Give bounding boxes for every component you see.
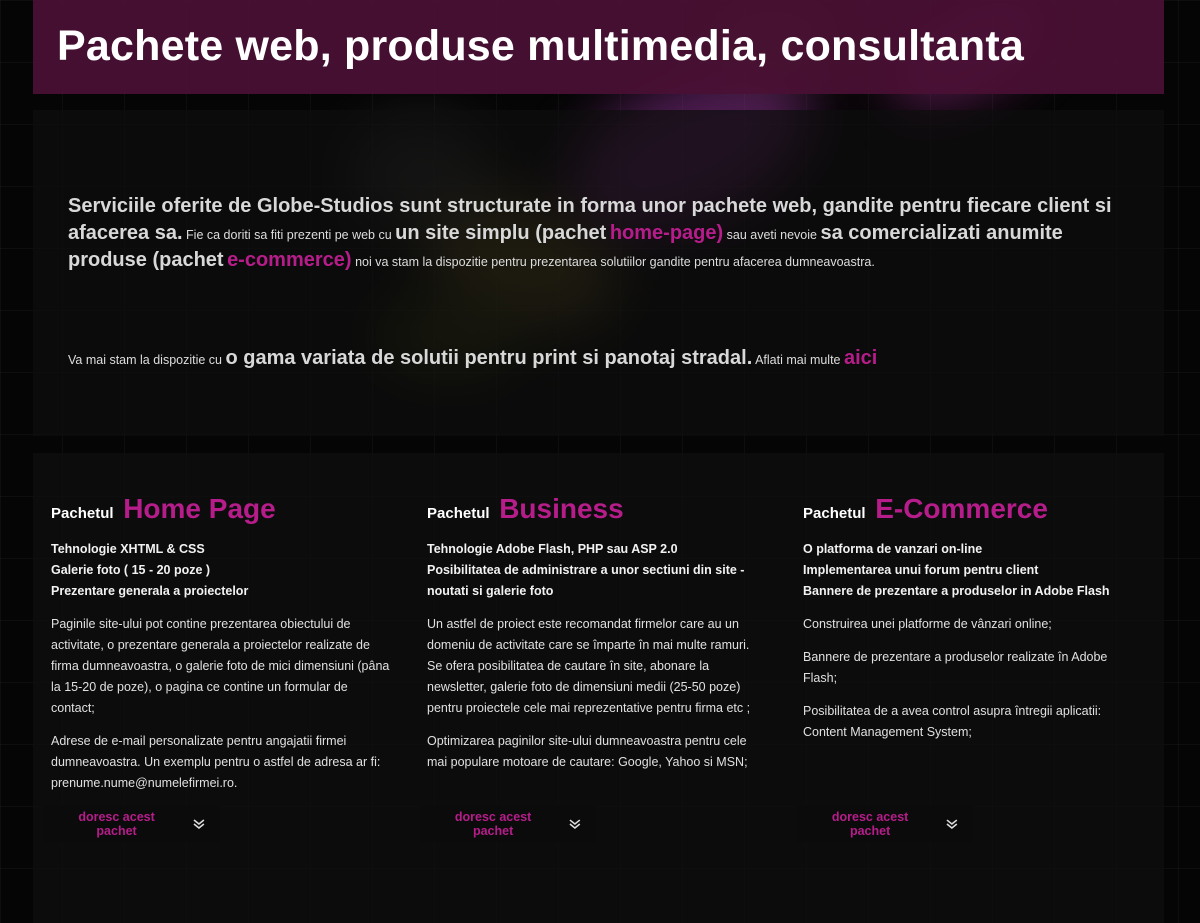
page-title: Pachete web, produse multimedia, consult… [57, 22, 1024, 70]
package-name: Business [499, 493, 624, 524]
intro-text: noi va stam la dispozitie pentru prezent… [355, 255, 875, 269]
feature-item: Implementarea unui forum pentru client [803, 563, 1039, 577]
package-heading: Pachetul E-Commerce [803, 493, 1143, 529]
intro-text: Fie ca doriti sa fiti prezenti pe web cu [186, 228, 392, 242]
package-prefix: Pachetul [803, 505, 866, 522]
package-description: Adrese de e-mail personalizate pentru an… [51, 734, 381, 790]
chevron-down-icon [193, 818, 205, 829]
package-e-commerce: Pachetul E-Commerce O platforma de vanza… [803, 493, 1143, 743]
package-prefix: Pachetul [51, 505, 114, 522]
feature-list: Tehnologie XHTML & CSS Galerie foto ( 15… [51, 539, 391, 602]
intro-text: Va mai stam la dispozitie cu [68, 353, 222, 367]
e-commerce-link[interactable]: e-commerce) [227, 249, 352, 271]
feature-item: Tehnologie Adobe Flash, PHP sau ASP 2.0 [427, 542, 678, 556]
feature-item: Galerie foto ( 15 - 20 poze ) [51, 563, 211, 577]
intro-paragraph: Serviciile oferite de Globe-Studios sunt… [68, 194, 1128, 275]
package-business: Pachetul Business Tehnologie Adobe Flash… [427, 493, 767, 773]
package-home-page: Pachetul Home Page Tehnologie XHTML & CS… [51, 493, 391, 794]
package-name: Home Page [123, 493, 276, 524]
packages-panel: Pachetul Home Page Tehnologie XHTML & CS… [33, 453, 1164, 923]
feature-item: Prezentare generala a proiectelor [51, 584, 249, 598]
order-e-commerce-button[interactable]: doresc acest pachet [797, 805, 973, 842]
package-description: Paginile site-ului pot contine prezentar… [51, 617, 390, 715]
package-prefix: Pachetul [427, 505, 490, 522]
package-heading: Pachetul Home Page [51, 493, 391, 529]
aici-link[interactable]: aici [844, 347, 877, 369]
feature-item: Posibilitatea de administrare a unor sec… [427, 563, 745, 598]
intro-text: sau aveti nevoie [726, 228, 817, 242]
order-home-page-button[interactable]: doresc acest pachet [43, 805, 220, 842]
package-name: E-Commerce [875, 493, 1048, 524]
order-button-label: doresc acest pachet [78, 809, 155, 838]
package-description: Un astfel de proiect este recomandat fir… [427, 617, 751, 715]
print-solutions-paragraph: Va mai stam la dispozitie cu o gama vari… [68, 344, 1128, 374]
home-page-link[interactable]: home-page) [610, 222, 723, 244]
feature-list: Tehnologie Adobe Flash, PHP sau ASP 2.0 … [427, 539, 767, 602]
package-heading: Pachetul Business [427, 493, 767, 529]
order-button-label: doresc acest pachet [831, 809, 909, 838]
feature-list: O platforma de vanzari on-line Implement… [803, 539, 1143, 602]
chevron-down-icon [569, 818, 581, 829]
feature-item: O platforma de vanzari on-line [803, 542, 983, 556]
order-button-label: doresc acest pachet [454, 809, 532, 838]
intro-text: Aflati mai multe [755, 353, 841, 367]
chevron-down-icon [946, 818, 958, 829]
package-description: Posibilitatea de a avea control asupra î… [803, 704, 1102, 739]
header-bar: Pachete web, produse multimedia, consult… [33, 0, 1164, 94]
package-description: Construirea unei platforme de vânzari on… [803, 617, 1052, 631]
intro-panel: Serviciile oferite de Globe-Studios sunt… [33, 110, 1164, 436]
intro-bold-text: un site simplu (pachet [395, 222, 607, 244]
intro-bold-text: o gama variata de solutii pentru print s… [225, 347, 753, 369]
order-business-button[interactable]: doresc acest pachet [420, 805, 596, 842]
package-description: Bannere de prezentare a produselor reali… [803, 650, 1108, 685]
feature-item: Bannere de prezentare a produselor in Ad… [803, 584, 1110, 598]
package-description: Optimizarea paginilor site-ului dumneavo… [427, 734, 748, 769]
feature-item: Tehnologie XHTML & CSS [51, 542, 205, 556]
